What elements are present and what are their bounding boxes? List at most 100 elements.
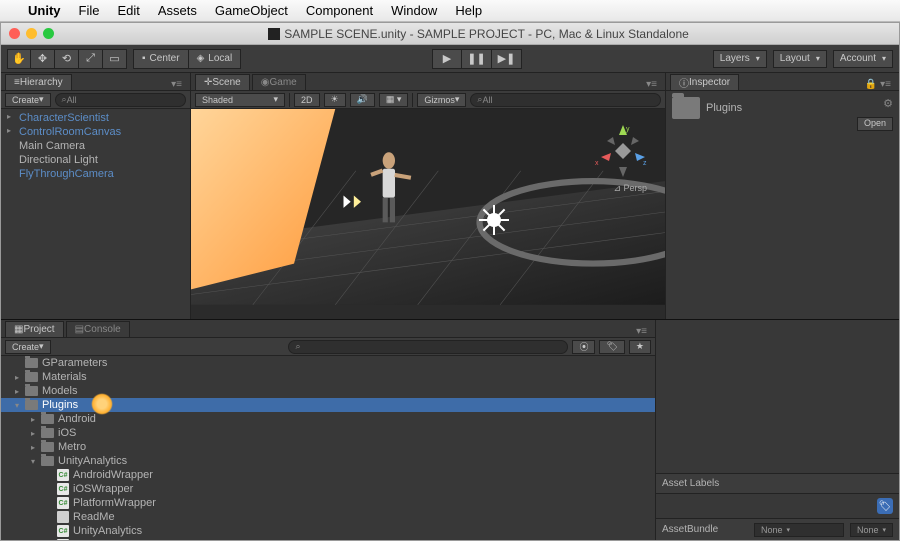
hierarchy-create[interactable]: Create ▾ (5, 93, 51, 107)
project-create[interactable]: Create ▾ (5, 340, 51, 354)
unity-icon (268, 28, 280, 40)
close-button[interactable] (9, 28, 20, 39)
item-label: UnityAnalyticsBuildHooks (73, 539, 198, 540)
rotate-tool[interactable]: ⟲ (55, 49, 79, 69)
gear-icon[interactable]: ⚙ (883, 97, 893, 110)
handle-toggle[interactable]: ◈Local (189, 49, 242, 69)
game-tab[interactable]: ◉ Game (252, 74, 306, 90)
lighting-toggle[interactable]: ☀ (324, 93, 346, 107)
layers-dropdown[interactable]: Layers (713, 50, 767, 68)
project-item[interactable]: C# UnityAnalyticsBuildHooks (1, 538, 655, 540)
project-item[interactable]: ▾UnityAnalytics (1, 454, 655, 468)
projection-label[interactable]: ⊿ Persp (613, 183, 647, 194)
menu-gameobject[interactable]: GameObject (215, 3, 288, 18)
script-icon: C# (57, 525, 69, 537)
project-item[interactable]: ▸Models (1, 384, 655, 398)
panel-menu-icon[interactable]: ▾≡ (642, 79, 661, 90)
search-filter-icon[interactable]: ⦿ (572, 340, 595, 354)
svg-text:y: y (626, 126, 630, 133)
hierarchy-item[interactable]: ControlRoomCanvas (1, 125, 190, 139)
search-label-icon[interactable]: 🏷 (599, 340, 624, 354)
project-item[interactable]: ▾Plugins (1, 398, 655, 412)
project-item[interactable]: C#AndroidWrapper (1, 468, 655, 482)
menu-file[interactable]: File (79, 3, 100, 18)
gizmos-dropdown[interactable]: Gizmos ▾ (417, 93, 466, 107)
panel-menu-icon[interactable]: 🔒 ▾≡ (861, 79, 895, 90)
project-item[interactable]: ▸Android (1, 412, 655, 426)
hierarchy-item[interactable]: CharacterScientist (1, 111, 190, 125)
editor-window: SAMPLE SCENE.unity - SAMPLE PROJECT - PC… (0, 22, 900, 541)
menu-window[interactable]: Window (391, 3, 437, 18)
project-search[interactable]: ⌕ (288, 340, 568, 354)
project-item[interactable]: GParameters (1, 356, 655, 370)
favorites-icon[interactable]: ★ (629, 340, 651, 354)
audio-toggle[interactable]: 🔊 (350, 93, 375, 107)
folder-icon (672, 97, 700, 119)
project-item[interactable]: ▸Materials (1, 370, 655, 384)
item-label: iOS (58, 427, 76, 439)
panel-menu-icon[interactable]: ▾≡ (632, 326, 651, 337)
script-icon: C# (57, 483, 69, 495)
item-label: UnityAnalytics (58, 455, 127, 467)
hierarchy-search[interactable]: ⌕All (55, 93, 186, 107)
hierarchy-tab[interactable]: ≡ Hierarchy (5, 74, 72, 90)
hierarchy-item[interactable]: Main Camera (1, 139, 190, 153)
item-label: Models (42, 385, 77, 397)
project-item[interactable]: C#UnityAnalytics (1, 524, 655, 538)
fx-toggle[interactable]: ▦ ▾ (379, 93, 409, 107)
item-label: GParameters (42, 357, 107, 369)
label-tag-icon[interactable]: 🏷 (877, 498, 893, 514)
folder-icon (25, 400, 38, 410)
open-button[interactable]: Open (857, 117, 893, 131)
rect-tool[interactable]: ▭ (103, 49, 127, 69)
scene-tab[interactable]: ✛ Scene (195, 74, 250, 90)
scale-tool[interactable]: ⤢ (79, 49, 103, 69)
inspector-object-name: Plugins (706, 102, 742, 114)
hierarchy-item[interactable]: Directional Light (1, 153, 190, 167)
svg-text:x: x (595, 160, 599, 167)
menu-help[interactable]: Help (455, 3, 482, 18)
project-item[interactable]: ▸iOS (1, 426, 655, 440)
move-tool[interactable]: ✥ (31, 49, 55, 69)
light-gizmo-icon (481, 207, 507, 233)
pivot-toggle[interactable]: ▪Center (133, 49, 189, 69)
scene-viewport[interactable]: y z x ⊿ Persp (191, 109, 665, 319)
project-item[interactable]: C#PlatformWrapper (1, 496, 655, 510)
orientation-gizmo[interactable]: y z x (593, 121, 653, 181)
scene-search[interactable]: ⌕All (470, 93, 661, 107)
folder-icon (41, 428, 54, 438)
folder-icon (25, 386, 38, 396)
assetbundle-dropdown[interactable]: None (754, 523, 844, 537)
app-menu[interactable]: Unity (28, 3, 61, 18)
item-label: ReadMe (73, 511, 115, 523)
2d-toggle[interactable]: 2D (294, 93, 320, 107)
project-item[interactable]: C#iOSWrapper (1, 482, 655, 496)
project-item[interactable]: ReadMe (1, 510, 655, 524)
menu-assets[interactable]: Assets (158, 3, 197, 18)
window-titlebar: SAMPLE SCENE.unity - SAMPLE PROJECT - PC… (1, 23, 899, 45)
play-button[interactable]: ▶ (432, 49, 462, 69)
scene-panel: ✛ Scene ◉ Game ▾≡ Shaded▾ 2D ☀ 🔊 ▦ ▾ Giz… (191, 73, 665, 319)
draw-mode-dropdown[interactable]: Shaded▾ (195, 93, 285, 107)
hierarchy-item[interactable]: FlyThroughCamera (1, 167, 190, 181)
project-tab[interactable]: ▦ Project (5, 321, 64, 337)
project-panel: ▦ Project ▤ Console ▾≡ Create ▾ ⌕ ⦿ 🏷 ★ … (1, 320, 656, 540)
layout-dropdown[interactable]: Layout (773, 50, 827, 68)
transform-tools: ✋ ✥ ⟲ ⤢ ▭ (7, 49, 127, 69)
inspector-panel: ⓘ Inspector 🔒 ▾≡ Plugins ⚙ Open (665, 73, 899, 319)
assetbundle-variant-dropdown[interactable]: None (850, 523, 893, 537)
minimize-button[interactable] (26, 28, 37, 39)
pause-button[interactable]: ❚❚ (462, 49, 492, 69)
step-button[interactable]: ▶❚ (492, 49, 522, 69)
account-dropdown[interactable]: Account (833, 50, 893, 68)
inspector-tab[interactable]: ⓘ Inspector (670, 74, 739, 90)
panel-menu-icon[interactable]: ▾≡ (167, 79, 186, 90)
project-item[interactable]: ▸Metro (1, 440, 655, 454)
menu-edit[interactable]: Edit (117, 3, 139, 18)
console-tab[interactable]: ▤ Console (66, 321, 130, 337)
hand-tool[interactable]: ✋ (7, 49, 31, 69)
menu-component[interactable]: Component (306, 3, 373, 18)
project-tree: GParameters▸Materials▸Models▾Plugins▸And… (1, 356, 655, 540)
script-icon: C# (57, 539, 69, 540)
zoom-button[interactable] (43, 28, 54, 39)
